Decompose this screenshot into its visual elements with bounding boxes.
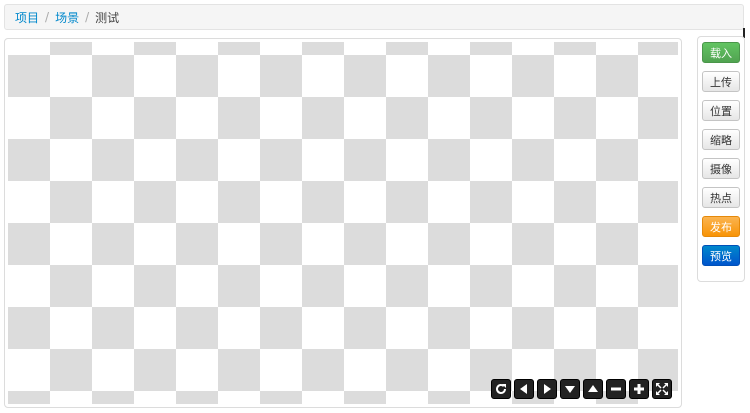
hotspot-button[interactable]: 热点: [702, 187, 740, 208]
zoom-in-icon[interactable]: [629, 379, 649, 399]
action-sidebar: 载入 上传 位置 缩略 摄像 热点 发布 预览: [697, 36, 745, 282]
viewer-canvas[interactable]: [8, 42, 678, 404]
camera-button[interactable]: 摄像: [702, 158, 740, 179]
breadcrumb-current: 测试: [95, 10, 120, 25]
position-button[interactable]: 位置: [702, 100, 740, 121]
breadcrumb-separator: /: [45, 10, 50, 24]
viewer-controls: [491, 379, 672, 399]
refresh-icon[interactable]: [491, 379, 511, 399]
arrow-left-icon[interactable]: [514, 379, 534, 399]
thumbnail-button[interactable]: 缩略: [702, 129, 740, 150]
arrow-up-icon[interactable]: [583, 379, 603, 399]
panorama-viewer: [4, 38, 682, 408]
breadcrumb-separator: /: [85, 10, 90, 24]
breadcrumb: 项目 / 场景 / 测试: [4, 4, 744, 30]
load-button[interactable]: 载入: [702, 42, 740, 63]
publish-button[interactable]: 发布: [702, 216, 740, 237]
zoom-out-icon[interactable]: [606, 379, 626, 399]
upload-button[interactable]: 上传: [702, 71, 740, 92]
arrow-right-icon[interactable]: [537, 379, 557, 399]
arrow-down-icon[interactable]: [560, 379, 580, 399]
breadcrumb-link-scene[interactable]: 场景: [55, 9, 79, 26]
breadcrumb-link-project[interactable]: 项目: [15, 9, 39, 26]
preview-button[interactable]: 预览: [702, 245, 740, 266]
fullscreen-icon[interactable]: [652, 379, 672, 399]
